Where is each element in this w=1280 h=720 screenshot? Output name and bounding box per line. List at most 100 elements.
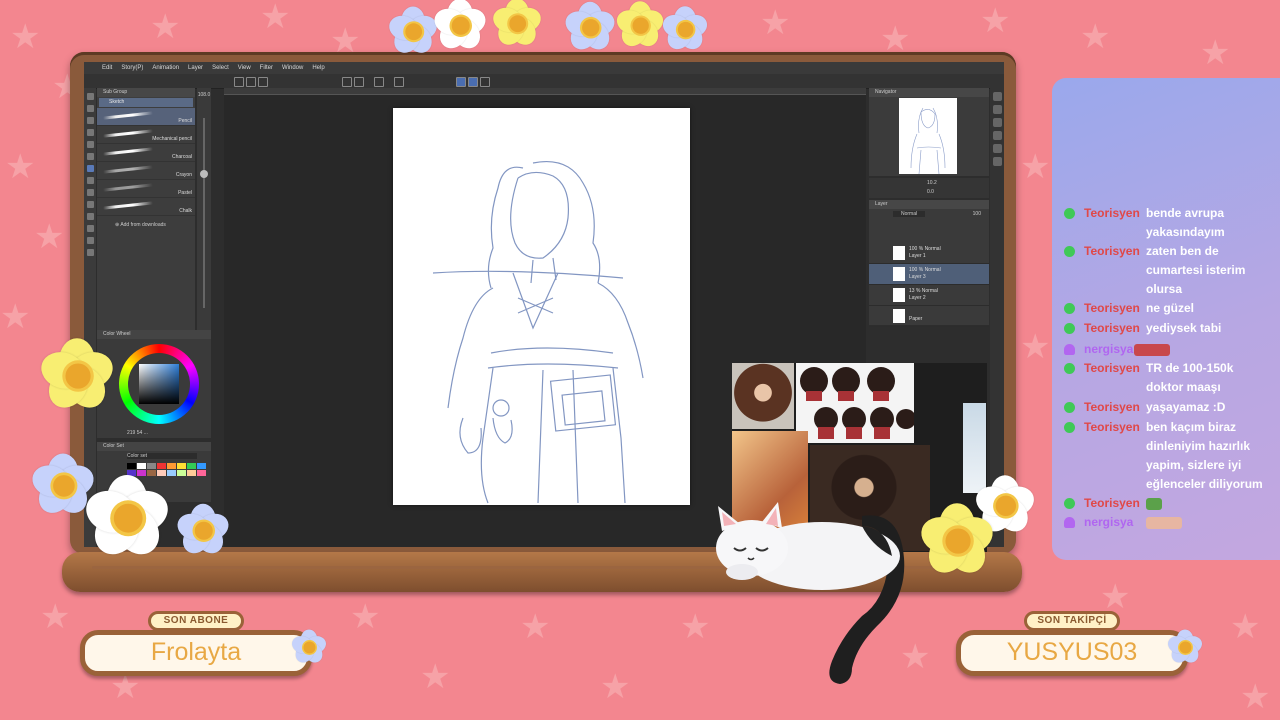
panel-icon[interactable]: [992, 92, 1002, 101]
swatch[interactable]: [127, 463, 136, 469]
menu-item-window[interactable]: Window: [282, 65, 303, 71]
saturation-value-square[interactable]: [139, 364, 179, 404]
save-icon[interactable]: [258, 77, 268, 87]
color-set-select[interactable]: Color set: [127, 453, 197, 459]
chat-username[interactable]: Teorisyen: [1084, 418, 1140, 437]
operation-tool-icon[interactable]: [86, 117, 94, 124]
brush-pencil[interactable]: Pencil: [97, 108, 195, 126]
brush-chalk[interactable]: Chalk: [97, 198, 195, 216]
pen-tool-icon[interactable]: [86, 153, 94, 160]
emote-icon: [1146, 497, 1162, 510]
panel-icon[interactable]: [992, 144, 1002, 153]
chat-username[interactable]: Teorisyen: [1084, 299, 1140, 318]
panel-icon[interactable]: [992, 118, 1002, 127]
chat-username[interactable]: Teorisyen: [1084, 319, 1140, 338]
zoom-tool-icon[interactable]: [86, 93, 94, 100]
airbrush-tool-icon[interactable]: [86, 189, 94, 196]
swatch[interactable]: [167, 463, 176, 469]
snap-grid-icon[interactable]: [468, 77, 478, 87]
subscriber-badge-icon: [1064, 363, 1075, 374]
snap-ruler-icon[interactable]: [456, 77, 466, 87]
chat-username[interactable]: Teorisyen: [1084, 242, 1140, 261]
brush-tool-icon[interactable]: [86, 177, 94, 184]
selection-tool-icon[interactable]: [86, 129, 94, 136]
chat-message: Teorisyen bende avrupa yakasındayım: [1064, 204, 1274, 242]
move-tool-icon[interactable]: [86, 105, 94, 112]
menu-item-view[interactable]: View: [238, 65, 251, 71]
panel-icon[interactable]: [992, 105, 1002, 114]
color-wheel[interactable]: [119, 344, 199, 424]
chat-username[interactable]: nergisya: [1084, 340, 1133, 359]
brush-pastel[interactable]: Pastel: [97, 180, 195, 198]
menu-item-layer[interactable]: Layer: [188, 65, 203, 71]
swatch[interactable]: [137, 463, 146, 469]
swatch[interactable]: [177, 470, 186, 476]
brush-crayon[interactable]: Crayon: [97, 162, 195, 180]
flower-icon: [289, 629, 329, 667]
swatch[interactable]: [187, 470, 196, 476]
menu-item-animation[interactable]: Animation: [152, 65, 179, 71]
undo-icon[interactable]: [342, 77, 352, 87]
text-tool-icon[interactable]: [86, 249, 94, 256]
chat-username[interactable]: Teorisyen: [1084, 359, 1140, 378]
redo-icon[interactable]: [354, 77, 364, 87]
chat-username[interactable]: Teorisyen: [1084, 494, 1140, 513]
layer-row-selected[interactable]: 100 % Normal Layer 3: [869, 264, 989, 285]
swatch[interactable]: [197, 463, 206, 469]
swatch[interactable]: [147, 463, 156, 469]
layer-row[interactable]: 13 % Normal Layer 2: [869, 285, 989, 306]
star-icon: ★: [420, 657, 451, 697]
swatch[interactable]: [157, 463, 166, 469]
transform-icon[interactable]: [394, 77, 404, 87]
menu-item-filter[interactable]: Filter: [260, 65, 273, 71]
add-from-downloads-button[interactable]: ⊕ Add from downloads: [97, 222, 195, 228]
gradient-tool-icon[interactable]: [86, 225, 94, 232]
layer-thumbnail: [893, 267, 905, 281]
panel-icon[interactable]: [992, 157, 1002, 166]
drawing-canvas[interactable]: [393, 108, 690, 505]
pencil-tool-icon[interactable]: [86, 165, 94, 172]
last-follower-label: SON TAKİPÇİ: [1024, 611, 1120, 631]
last-subscriber-name: Frolayta: [150, 638, 242, 666]
blend-mode-select[interactable]: Normal: [893, 211, 926, 217]
brush-size-slider[interactable]: 108.0: [197, 88, 211, 334]
menu-item-help[interactable]: Help: [312, 65, 324, 71]
brush-charcoal[interactable]: Charcoal: [97, 144, 195, 162]
panel-icon[interactable]: [992, 131, 1002, 140]
chat-username[interactable]: nergisya: [1084, 513, 1133, 532]
fill-tool-icon[interactable]: [86, 213, 94, 220]
brush-size-knob[interactable]: [200, 170, 208, 178]
star-icon: ★: [1230, 607, 1261, 647]
figure-tool-icon[interactable]: [86, 237, 94, 244]
star-icon: ★: [1240, 677, 1271, 717]
clear-icon[interactable]: [374, 77, 384, 87]
menu-item-edit[interactable]: Edit: [102, 65, 112, 71]
menu-bar: Edit Story(P) Animation Layer Select Vie…: [84, 62, 1004, 74]
new-file-icon[interactable]: [234, 77, 244, 87]
subscriber-badge-icon: [1064, 402, 1075, 413]
star-icon: ★: [880, 19, 911, 59]
navigator-thumbnail[interactable]: [899, 98, 957, 175]
zoom-value[interactable]: 10.2: [927, 180, 937, 186]
brush-stroke-preview: [102, 183, 154, 192]
rotation-value[interactable]: 0.0: [927, 189, 934, 195]
layer-row[interactable]: 100 % Normal Layer 1: [869, 243, 989, 264]
open-file-icon[interactable]: [246, 77, 256, 87]
chat-username[interactable]: Teorisyen: [1084, 204, 1140, 223]
eraser-tool-icon[interactable]: [86, 201, 94, 208]
swatch[interactable]: [187, 463, 196, 469]
snap-special-icon[interactable]: [480, 77, 490, 87]
chat-username[interactable]: Teorisyen: [1084, 398, 1140, 417]
layer-meta: 100 % Normal: [909, 246, 941, 252]
menu-item-story[interactable]: Story(P): [121, 65, 143, 71]
brush-mechanical-pencil[interactable]: Mechanical pencil: [97, 126, 195, 144]
menu-item-select[interactable]: Select: [212, 65, 229, 71]
star-icon: ★: [1020, 147, 1051, 187]
opacity-value[interactable]: 100: [973, 211, 981, 217]
swatch[interactable]: [177, 463, 186, 469]
eyedropper-tool-icon[interactable]: [86, 141, 94, 148]
swatch[interactable]: [197, 470, 206, 476]
command-toolbar: [84, 74, 1004, 89]
sub-tool-tab-sketch[interactable]: Sketch: [99, 98, 193, 107]
layer-row-paper[interactable]: Paper: [869, 306, 989, 327]
